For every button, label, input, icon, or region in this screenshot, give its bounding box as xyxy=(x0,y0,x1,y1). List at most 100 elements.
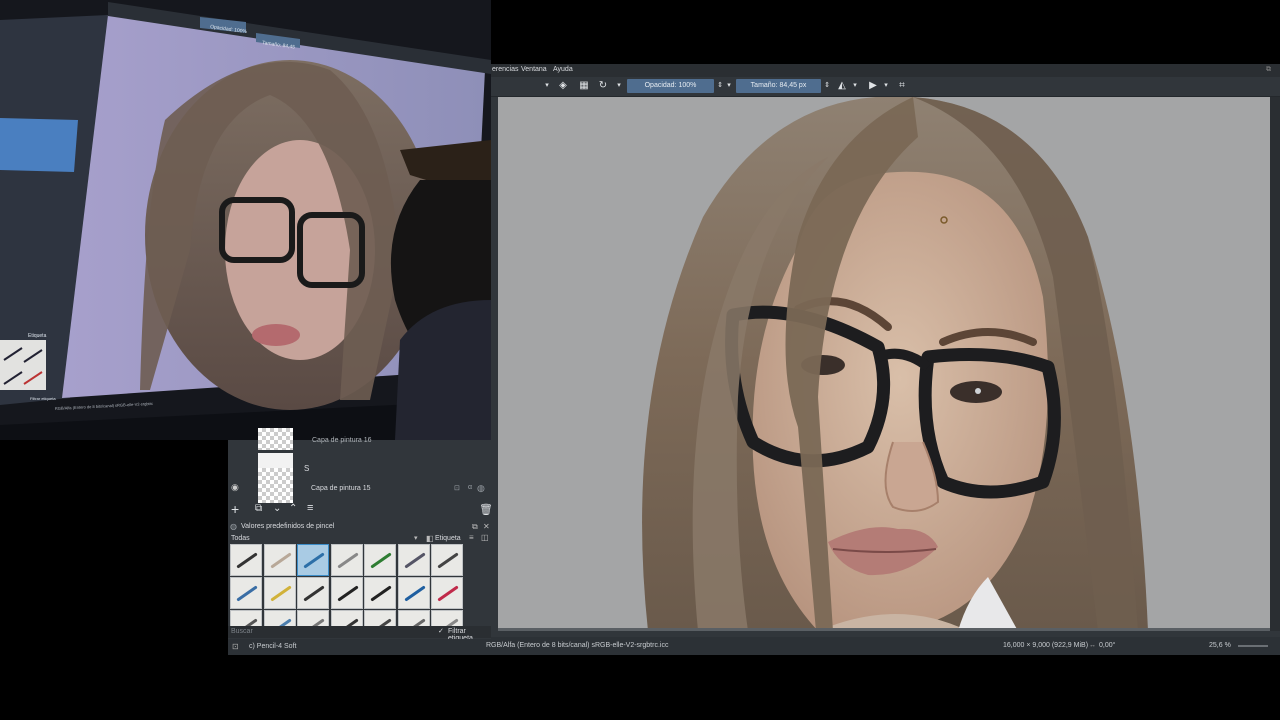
brush-preset-item[interactable] xyxy=(330,577,363,609)
zoom-label[interactable]: 25,6 % xyxy=(1209,642,1231,649)
eye-icon[interactable]: ◉ xyxy=(231,482,239,493)
brush-preset-item[interactable] xyxy=(364,544,396,576)
alpha-lock-icon[interactable]: ▦ xyxy=(578,80,590,92)
mirror-chevron-icon[interactable]: ▾ xyxy=(849,80,861,92)
menu-item-preferences[interactable]: erencias xyxy=(492,66,518,73)
drawing-canvas[interactable] xyxy=(498,97,1270,631)
add-icon[interactable]: + xyxy=(231,501,239,517)
brush-preset-item[interactable] xyxy=(364,610,396,626)
brush-preset-item[interactable] xyxy=(431,544,463,576)
eraser-icon[interactable]: ◈ xyxy=(557,80,569,92)
layer-thumbnail xyxy=(258,468,293,503)
window-restore-icon[interactable]: ⧉ xyxy=(1266,66,1271,74)
brush-preview-icon xyxy=(269,585,292,602)
brush-preview-icon xyxy=(236,552,258,569)
blend-mode-chevron-icon[interactable]: ▾ xyxy=(541,80,553,92)
left-docker: Capa de pintura 16 S ◉ Capa de pintura 1… xyxy=(228,428,493,655)
layer-name: Capa de pintura 15 xyxy=(311,485,371,492)
brush-preset-item[interactable] xyxy=(397,544,430,576)
mirror-icon[interactable]: ◭ xyxy=(836,80,848,92)
brush-preview-icon xyxy=(370,585,392,602)
brush-preset-item[interactable] xyxy=(397,610,430,626)
brush-preset-item[interactable] xyxy=(263,610,296,626)
brush-preview-icon xyxy=(403,585,426,602)
brush-preset-grid xyxy=(230,544,492,626)
menu-item-help[interactable]: Ayuda xyxy=(553,66,573,73)
duplicate-icon[interactable]: ⧉ xyxy=(255,503,262,514)
brush-preset-item[interactable] xyxy=(230,577,262,609)
horizontal-scrollbar[interactable] xyxy=(498,628,1270,631)
brush-preset-item[interactable] xyxy=(263,544,296,576)
current-brush-name[interactable]: c) Pencil-4 Soft xyxy=(249,643,296,650)
brush-preview-icon xyxy=(303,585,325,602)
layer-actions-bar: + ⧉ ⌄ ⌃ ≡ 🗑 xyxy=(228,501,493,518)
filter-all-dropdown[interactable]: Todas xyxy=(231,535,250,542)
wrap-icon[interactable]: ▶ xyxy=(867,80,879,92)
wrap-chevron-icon[interactable]: ▾ xyxy=(880,80,892,92)
rotation-label[interactable]: 0,00° xyxy=(1099,642,1115,649)
brush-preset-item[interactable] xyxy=(330,544,363,576)
monitor-layer-selected xyxy=(0,118,78,172)
layer-lock-icon[interactable]: ⊡ xyxy=(454,484,460,492)
brush-preset-item[interactable] xyxy=(230,544,262,576)
brush-preset-item[interactable] xyxy=(297,610,329,626)
chevron-down-icon[interactable]: ▾ xyxy=(414,534,418,542)
brush-preview-icon xyxy=(336,585,359,602)
brush-preview-icon xyxy=(269,618,292,626)
tag-button[interactable]: Etiqueta xyxy=(435,535,461,542)
brush-preview-icon xyxy=(336,618,359,626)
brush-preset-item[interactable] xyxy=(431,577,463,609)
tool-options-bar: ▾ ◈ ▦ ↻ ▾ Opacidad: 100% ⇕ ▾ Tamaño: 84,… xyxy=(491,77,1280,97)
move-down-icon[interactable]: ⌄ xyxy=(273,503,281,514)
opacity-chevron-icon[interactable]: ▾ xyxy=(723,80,735,92)
brush-preview-icon xyxy=(403,552,426,569)
move-up-icon[interactable]: ⌃ xyxy=(289,503,297,514)
brush-preview-icon xyxy=(403,618,426,626)
brush-preset-item[interactable] xyxy=(397,577,430,609)
vertical-scrollbar[interactable] xyxy=(1270,97,1280,631)
krita-window: erencias Ventana Ayuda ⧉ ▾ ◈ ▦ ↻ ▾ Opaci… xyxy=(486,64,1280,655)
brush-preset-item[interactable] xyxy=(297,544,329,576)
brush-presets-title: Valores predefinidos de pincel xyxy=(241,523,335,530)
brush-preview-icon: ⊡ xyxy=(232,642,239,651)
size-spin-icon[interactable]: ⇕ xyxy=(821,80,833,92)
list-view-icon[interactable]: ≡ xyxy=(469,533,474,542)
close-icon[interactable]: ✕ xyxy=(483,522,490,531)
brush-preset-item[interactable] xyxy=(263,577,296,609)
opacity-slider[interactable]: Opacidad: 100% xyxy=(627,79,714,93)
layer-row[interactable]: ◉ Capa de pintura 15 ⊡ α ◍ xyxy=(228,468,491,505)
grid-view-icon[interactable]: ◫ xyxy=(481,533,489,542)
monitor-filter-text: Filtrar etiqueta xyxy=(30,396,56,401)
brush-preview-icon xyxy=(236,618,258,626)
brush-preview-icon xyxy=(370,618,392,626)
zoom-slider[interactable] xyxy=(1238,645,1268,647)
docker-icon: ◍ xyxy=(230,522,237,531)
reset-chevron-icon[interactable]: ▾ xyxy=(613,80,625,92)
menu-item-window[interactable]: Ventana xyxy=(521,66,547,73)
float-icon[interactable]: ⧉ xyxy=(472,522,478,532)
layer-properties-icon[interactable]: ≡ xyxy=(307,502,313,514)
image-dimensions-label: 16,000 × 9,000 (922,9 MiB) xyxy=(1003,642,1089,649)
brush-preset-item[interactable] xyxy=(364,577,396,609)
layer-alpha-icon[interactable]: α xyxy=(468,484,472,491)
checkbox-icon[interactable]: ✓ xyxy=(438,627,444,635)
size-slider[interactable]: Tamaño: 84,45 px xyxy=(736,79,821,93)
camera-footage: Opacidad: 100% Tamaño: 84,45 Etiqueta Fi… xyxy=(0,0,491,440)
brush-preview-icon xyxy=(437,585,459,602)
brush-preset-item[interactable] xyxy=(330,610,363,626)
brush-preview-icon xyxy=(236,585,258,602)
brush-preview-icon xyxy=(269,552,292,569)
layer-name: Capa de pintura 16 xyxy=(312,437,372,444)
tag-icon: ◧ xyxy=(426,534,434,543)
reset-icon[interactable]: ↻ xyxy=(597,80,609,92)
brush-search-input[interactable]: Buscar xyxy=(231,628,253,635)
status-bar-left: ⊡ c) Pencil-4 Soft xyxy=(228,639,491,655)
portrait-painting xyxy=(498,97,1270,631)
brush-preset-item[interactable] xyxy=(431,610,463,626)
brush-filter-bar: Todas ▾ ◧ Etiqueta ≡ ◫ xyxy=(228,533,491,544)
layer-settings-icon[interactable]: ◍ xyxy=(477,483,485,494)
brush-preset-item[interactable] xyxy=(297,577,329,609)
brush-preset-item[interactable] xyxy=(230,610,262,626)
menu-bar: erencias Ventana Ayuda ⧉ xyxy=(491,64,1280,77)
crop-icon[interactable]: ⌗ xyxy=(896,80,908,92)
